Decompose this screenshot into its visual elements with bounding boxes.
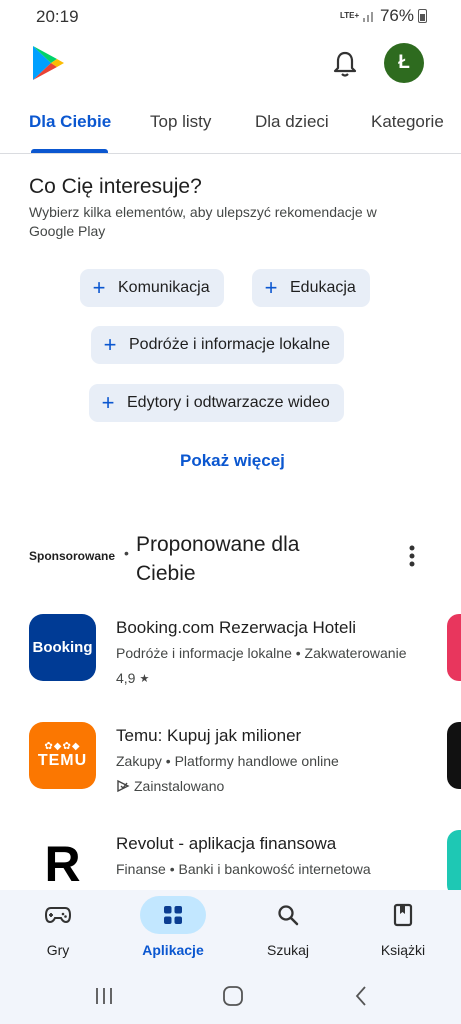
tab-dla-ciebie[interactable]: Dla Ciebie bbox=[29, 112, 111, 132]
booking-icon-text: Booking bbox=[32, 639, 93, 656]
chip-label: Edukacja bbox=[290, 279, 356, 296]
chip-podroze[interactable]: + Podróże i informacje lokalne bbox=[91, 326, 344, 364]
gamepad-icon bbox=[45, 907, 71, 924]
app-list-item-booking[interactable]: Booking Booking.com Rezerwacja Hoteli Po… bbox=[0, 614, 461, 714]
app-name: Temu: Kupuj jak milioner bbox=[116, 726, 302, 745]
app-category: Podróże i informacje lokalne • Zakwatero… bbox=[116, 645, 407, 661]
home-icon[interactable] bbox=[221, 984, 245, 1008]
book-icon bbox=[393, 903, 413, 927]
booking-app-icon: Booking bbox=[29, 614, 96, 681]
nav-item-gry[interactable]: Gry bbox=[13, 890, 103, 968]
notifications-bell-icon[interactable] bbox=[332, 50, 358, 78]
plus-icon: + bbox=[103, 332, 117, 357]
plus-icon: + bbox=[101, 390, 115, 415]
system-navigation-bar bbox=[0, 968, 461, 1024]
app-category: Finanse • Banki i bankowość internetowa bbox=[116, 861, 371, 877]
network-type: LTE+ bbox=[339, 11, 360, 20]
tab-top-listy[interactable]: Top listy bbox=[150, 112, 211, 132]
status-bar: 20:19 LTE+ 76% bbox=[0, 0, 461, 34]
recommended-title: Proponowane dla Ciebie bbox=[136, 533, 300, 585]
tab-dla-dzieci[interactable]: Dla dzieci bbox=[255, 112, 329, 132]
app-category: Zakupy • Platformy handlowe online bbox=[116, 753, 339, 769]
apps-grid-icon bbox=[164, 906, 182, 924]
app-rating: 4,9 ★ bbox=[116, 670, 149, 686]
top-tabs: Dla Ciebie Top listy Dla dzieci Kategori… bbox=[0, 100, 461, 154]
chip-edukacja[interactable]: + Edukacja bbox=[252, 269, 370, 307]
bottom-navigation: Gry Aplikacje Szukaj Książki bbox=[0, 890, 461, 968]
nav-label: Szukaj bbox=[266, 942, 310, 958]
revolut-icon-text: R bbox=[44, 835, 81, 892]
nav-label: Książki bbox=[380, 942, 426, 958]
interests-subtitle: Wybierz kilka elementów, aby ulepszyć re… bbox=[29, 204, 377, 239]
recent-apps-icon[interactable] bbox=[92, 984, 116, 1008]
tab-kategorie[interactable]: Kategorie bbox=[371, 112, 444, 132]
temu-app-icon: ✿◆✿◆ TEMU bbox=[29, 722, 96, 789]
google-play-logo-icon bbox=[33, 46, 64, 80]
app-header: Ł bbox=[0, 40, 461, 90]
app-name: Revolut - aplikacja finansowa bbox=[116, 834, 337, 853]
next-app-icon-peek[interactable] bbox=[447, 722, 461, 789]
back-icon[interactable] bbox=[350, 984, 374, 1008]
app-installed-status: Zainstalowano bbox=[116, 778, 224, 794]
next-app-icon-peek[interactable] bbox=[447, 614, 461, 681]
rating-value: 4,9 bbox=[116, 670, 136, 686]
nav-label: Aplikacje bbox=[142, 942, 204, 958]
nav-pill bbox=[25, 896, 91, 934]
star-icon: ★ bbox=[139, 672, 150, 685]
nav-label: Gry bbox=[46, 942, 70, 958]
interests-title: Co Cię interesuje? bbox=[29, 175, 202, 198]
battery-percent: 76% bbox=[379, 6, 414, 25]
nav-item-szukaj[interactable]: Szukaj bbox=[243, 890, 333, 968]
next-app-icon-peek[interactable] bbox=[447, 830, 461, 897]
plus-icon: + bbox=[264, 275, 278, 300]
separator-dot: • bbox=[124, 545, 129, 561]
battery-icon bbox=[418, 9, 427, 23]
chip-label: Komunikacja bbox=[118, 279, 210, 296]
app-list-item-temu[interactable]: ✿◆✿◆ TEMU Temu: Kupuj jak milioner Zakup… bbox=[0, 722, 461, 822]
search-icon bbox=[278, 905, 299, 926]
nav-pill bbox=[140, 896, 206, 934]
nav-pill bbox=[370, 896, 436, 934]
temu-shapes-icon: ✿◆✿◆ bbox=[44, 741, 81, 752]
sponsored-label: Sponsorowane bbox=[29, 549, 116, 563]
nav-item-aplikacje[interactable]: Aplikacje bbox=[128, 890, 218, 968]
plus-icon: + bbox=[92, 275, 106, 300]
active-tab-indicator bbox=[31, 149, 108, 153]
chip-komunikacja[interactable]: + Komunikacja bbox=[80, 269, 224, 307]
account-avatar[interactable]: Ł bbox=[384, 43, 424, 83]
status-time: 20:19 bbox=[36, 7, 79, 26]
temu-icon-text: TEMU bbox=[37, 752, 88, 769]
more-options-icon[interactable] bbox=[404, 543, 420, 571]
signal-icon bbox=[362, 12, 373, 22]
installed-label: Zainstalowano bbox=[134, 778, 225, 794]
show-more-link[interactable]: Pokaż więcej bbox=[180, 451, 285, 471]
nav-pill bbox=[255, 896, 321, 934]
chip-label: Podróże i informacje lokalne bbox=[129, 336, 330, 353]
revolut-app-icon: R bbox=[29, 830, 96, 897]
installed-icon bbox=[117, 779, 130, 793]
app-name: Booking.com Rezerwacja Hoteli bbox=[116, 618, 356, 637]
status-icons: LTE+ 76% bbox=[340, 6, 427, 26]
chip-edytory-wideo[interactable]: + Edytory i odtwarzacze wideo bbox=[89, 384, 344, 422]
chip-label: Edytory i odtwarzacze wideo bbox=[127, 394, 330, 411]
nav-item-ksiazki[interactable]: Książki bbox=[358, 890, 448, 968]
